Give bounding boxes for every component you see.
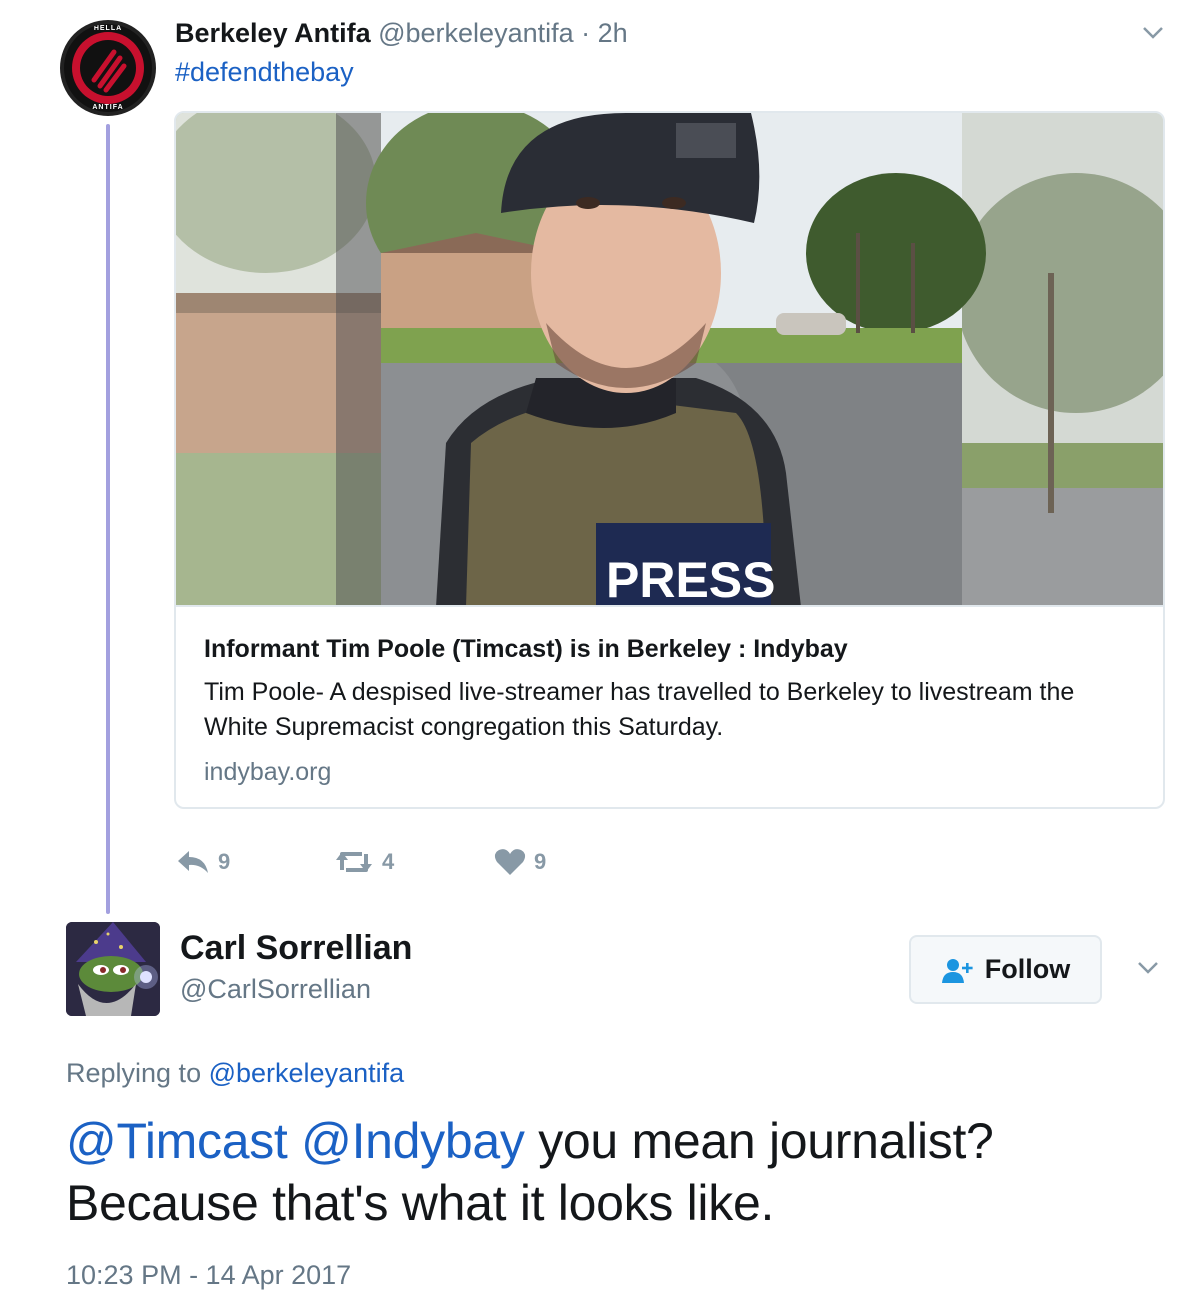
like-action[interactable]: 9 [494,845,546,879]
reply-icon [178,851,208,873]
card-image: PRESS [176,113,1163,607]
vest-press-text: PRESS [606,552,776,607]
user-handle[interactable]: @berkeleyantifa [378,18,574,48]
reply-menu-chevron-down-icon[interactable] [1137,961,1159,975]
follow-user-plus-icon [941,958,973,983]
three-arrows-icon [91,49,127,93]
retweet-count: 4 [382,849,395,874]
reply-display-name[interactable]: Carl Sorrellian [180,928,412,968]
heart-icon [494,849,526,875]
carl-sorrellian-avatar[interactable] [66,922,160,1016]
retweet-icon [336,852,372,872]
card-title[interactable]: Informant Tim Poole (Timcast) is in Berk… [204,633,848,665]
mention-indybay-link[interactable]: @Indybay [301,1113,525,1169]
reply-user-handle[interactable]: @CarlSorrellian [180,972,371,1006]
card-description: Tim Poole- A despised live-streamer has … [204,678,1075,741]
link-preview-card[interactable]: PRESS Informant Tim Poole (Timcast) is i… [174,111,1165,809]
card-domain[interactable]: indybay.org [204,756,331,788]
berkeley-antifa-avatar[interactable]: HELLA ANTIFA [60,20,156,116]
hashtag-link[interactable]: #defendthebay [175,55,354,89]
thread-connector-line [106,124,110,914]
reply-tweet-text: @Timcast @Indybay you mean journalist? B… [66,1110,1176,1234]
reply-text-line2: Because that's what it looks like. [66,1175,775,1231]
replying-to-line: Replying to @berkeleyantifa [66,1056,404,1090]
tweet-menu-chevron-down-icon[interactable] [1142,26,1164,40]
replying-to-prefix: Replying to [66,1058,202,1088]
follow-button[interactable]: Follow [909,935,1102,1004]
avatar-top-text: HELLA [93,25,123,32]
tweet-time-ago[interactable]: 2h [598,18,628,48]
reply-text-line1: you mean journalist? [538,1113,994,1169]
retweet-action[interactable]: 4 [334,845,394,879]
wizard-pepe-avatar-image [66,922,160,1016]
reply-action[interactable]: 9 [176,845,230,879]
display-name[interactable]: Berkeley Antifa [175,18,371,48]
avatar-bottom-text: ANTIFA [92,104,124,111]
tweet-header: Berkeley Antifa @berkeleyantifa · 2h [175,16,628,50]
header-separator: · [581,18,591,48]
reply-timestamp[interactable]: 10:23 PM - 14 Apr 2017 [66,1258,351,1292]
like-count: 9 [534,849,547,874]
replying-to-handle-link[interactable]: @berkeleyantifa [209,1058,405,1088]
mention-timcast-link[interactable]: @Timcast [66,1113,288,1169]
follow-button-label: Follow [984,954,1071,984]
card-photo-illustration: PRESS [176,113,1163,607]
reply-count: 9 [218,849,231,874]
